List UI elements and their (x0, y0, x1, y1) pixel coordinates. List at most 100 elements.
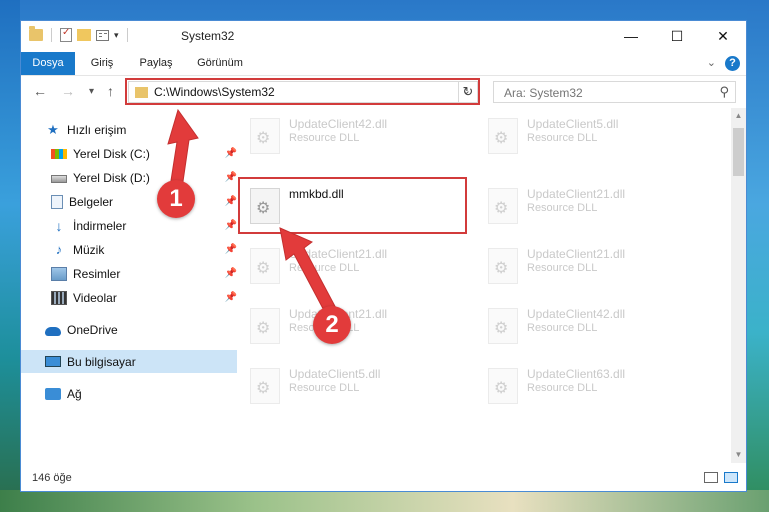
file-item[interactable]: ⚙ UpdateClient5.dll Resource DLL (480, 108, 710, 160)
tab-paylas[interactable]: Paylaş (129, 52, 183, 75)
file-item[interactable]: ⚙ UpdateClient42.dll Resource DLL (480, 298, 710, 350)
sidebar-item-label: Videolar (73, 290, 117, 305)
step-badge-1: 1 (157, 180, 195, 218)
file-description: Resource DLL (527, 132, 598, 144)
gear-icon: ⚙ (494, 130, 509, 147)
gear-icon: ⚙ (256, 260, 271, 277)
vertical-scrollbar[interactable]: ▲ ▼ (731, 108, 746, 463)
up-arrow-icon[interactable]: ↑ (107, 83, 114, 99)
sidebar-item-label: Müzik (73, 242, 105, 257)
item-count: 146 öğe (32, 472, 72, 484)
gear-icon: ⚙ (494, 380, 509, 397)
sidebar-item-label: Hızlı erişim (67, 122, 127, 137)
scroll-up-arrow-icon[interactable]: ▲ (731, 108, 746, 124)
minimize-button[interactable]: — (608, 21, 654, 51)
back-arrow-icon[interactable]: ← (33, 83, 47, 99)
dll-file-icon: ⚙ (250, 118, 280, 154)
file-name: UpdateClient21.dll (527, 187, 626, 201)
file-name: UpdateClient42.dll (527, 307, 626, 321)
new-folder-icon[interactable] (77, 29, 91, 41)
gear-icon: ⚙ (494, 320, 509, 337)
tab-dosya[interactable]: Dosya (21, 52, 75, 75)
gear-icon: ⚙ (494, 200, 509, 217)
documents-icon (51, 194, 63, 209)
help-icon[interactable]: ? (725, 56, 740, 71)
sidebar-item-label: Resimler (73, 266, 121, 281)
music-icon: ♪ (55, 241, 63, 257)
sidebar-item-label: İndirmeler (73, 218, 127, 233)
search-input[interactable] (502, 83, 706, 103)
properties-icon[interactable] (60, 27, 72, 42)
maximize-icon: ☐ (670, 27, 684, 44)
view-options-icon[interactable] (96, 29, 109, 41)
sidebar-item-label: Yerel Disk (C:) (73, 146, 150, 161)
gear-icon: ⚙ (494, 260, 509, 277)
maximize-button[interactable]: ☐ (654, 21, 700, 51)
sidebar-item-label: OneDrive (67, 322, 118, 337)
file-description: Resource DLL (527, 202, 598, 214)
sidebar-item-label: Ağ (67, 386, 82, 401)
computer-icon (45, 356, 61, 367)
dll-file-icon: ⚙ (488, 368, 518, 404)
dll-file-icon: ⚙ (250, 368, 280, 404)
drive-d-icon (51, 175, 67, 183)
navigation-bar: ← → ▾ ↑ C:\Windows\System32 ⌄ ↻ ⚲ (21, 76, 746, 108)
dll-file-icon: ⚙ (488, 118, 518, 154)
step-badge-2: 2 (313, 306, 351, 344)
file-item[interactable]: ⚙ UpdateClient21.dll Resource DLL (480, 238, 710, 290)
sidebar-item-label: Belgeler (69, 194, 114, 209)
search-box[interactable]: ⚲ (493, 81, 736, 103)
ribbon-tabs: Dosya Giriş Paylaş Görünüm ⌄ ? (21, 52, 746, 76)
sidebar-item-this-pc[interactable]: Bu bilgisayar (21, 350, 237, 373)
sidebar-item-onedrive[interactable]: OneDrive (21, 318, 237, 341)
desktop-background-left (0, 0, 20, 512)
file-name: UpdateClient5.dll (527, 117, 619, 131)
window-title: System32 (181, 29, 235, 43)
sidebar-item-pictures[interactable]: Resimler 📌 (21, 262, 243, 285)
sidebar-item-network[interactable]: Ağ (21, 382, 237, 405)
quick-access-toolbar: ▾ (29, 26, 131, 42)
toolbar-separator (126, 28, 128, 42)
file-explorer-window: ▾ System32 — ☐ ✕ Dosya Giriş Paylaş Görü… (20, 20, 747, 492)
videos-icon (51, 290, 67, 305)
star-icon: ★ (47, 121, 59, 137)
sidebar-item-label: Yerel Disk (D:) (73, 170, 150, 185)
sidebar-item-music[interactable]: ♪ Müzik 📌 (21, 238, 243, 261)
desktop-background-bottom (0, 490, 769, 512)
file-item[interactable]: ⚙ UpdateClient42.dll Resource DLL (242, 108, 472, 160)
file-item[interactable]: ⚙ UpdateClient5.dll Resource DLL (242, 358, 472, 410)
minimize-icon: — (624, 28, 638, 44)
network-icon (45, 387, 61, 400)
large-icons-view-icon[interactable] (724, 472, 738, 483)
file-description: Resource DLL (527, 382, 598, 394)
dll-file-icon: ⚙ (488, 188, 518, 224)
file-item[interactable]: ⚙ UpdateClient21.dll Resource DLL (480, 178, 710, 230)
forward-arrow-icon[interactable]: → (61, 83, 75, 99)
details-view-icon[interactable] (704, 472, 718, 483)
customize-toolbar-chevron-icon[interactable]: ▾ (114, 30, 119, 41)
downloads-icon: ↓ (55, 217, 63, 234)
search-icon: ⚲ (719, 84, 729, 99)
dll-file-icon: ⚙ (488, 308, 518, 344)
close-icon: ✕ (717, 27, 729, 44)
recent-locations-chevron-icon[interactable]: ▾ (89, 86, 94, 97)
status-bar: 146 öğe (21, 464, 746, 491)
file-item[interactable]: ⚙ UpdateClient63.dll Resource DLL (480, 358, 710, 410)
expand-ribbon-chevron-icon[interactable]: ⌄ (707, 56, 716, 69)
sidebar-item-videos[interactable]: Videolar 📌 (21, 286, 243, 309)
desktop-background-right (747, 0, 769, 512)
scroll-down-arrow-icon[interactable]: ▼ (731, 447, 746, 463)
onedrive-cloud-icon (45, 326, 61, 336)
gear-icon: ⚙ (256, 320, 271, 337)
title-bar: ▾ System32 — ☐ ✕ (21, 21, 746, 52)
scrollbar-thumb[interactable] (733, 128, 744, 176)
toolbar-separator (51, 28, 52, 42)
tab-giris[interactable]: Giriş (79, 52, 125, 75)
file-description: Resource DLL (289, 132, 360, 144)
tab-gorunum[interactable]: Görünüm (187, 52, 253, 75)
drive-c-icon (51, 148, 67, 159)
file-description: Resource DLL (527, 322, 598, 334)
gear-icon: ⚙ (256, 130, 271, 147)
sidebar-item-downloads[interactable]: ↓ İndirmeler 📌 (21, 214, 243, 237)
close-button[interactable]: ✕ (700, 21, 746, 51)
